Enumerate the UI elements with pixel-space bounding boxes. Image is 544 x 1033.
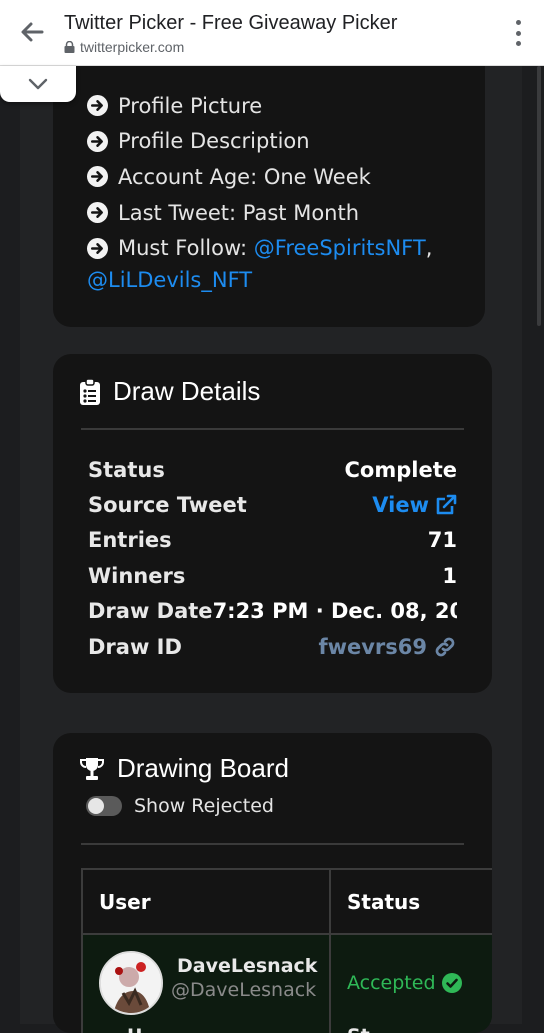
source-tweet-link[interactable]: View xyxy=(372,493,457,517)
arrow-circle-right-icon xyxy=(87,202,108,224)
url-display[interactable]: twitterpicker.com xyxy=(64,39,184,55)
user-display-name: DaveLesnack xyxy=(177,955,318,977)
entries-label: Entries xyxy=(88,528,172,553)
entries-table: User Status DaveLesnack @DaveLesnack Acc… xyxy=(81,868,492,1033)
follow-link-lildevils[interactable]: @LiLDevils_NFT xyxy=(87,268,252,292)
arrow-circle-right-icon xyxy=(87,166,108,188)
draw-details-title: Draw Details xyxy=(113,376,261,406)
requirement-label: Profile Picture xyxy=(118,93,263,118)
follow-link-freespirits[interactable]: @FreeSpiritsNFT xyxy=(254,236,426,260)
requirement-item: Account Age: One Week xyxy=(87,159,432,195)
chevron-down-icon xyxy=(28,78,48,90)
requirement-item: Profile Description xyxy=(87,124,432,160)
link-icon xyxy=(435,637,455,656)
menu-dot-icon xyxy=(515,20,521,25)
overflow-menu-button[interactable] xyxy=(514,20,522,46)
requirement-label: Last Tweet: Past Month xyxy=(118,200,360,225)
must-follow-label: Must Follow: xyxy=(118,236,254,261)
requirement-label: Account Age: One Week xyxy=(118,164,371,189)
table-header-row: User Status xyxy=(81,870,492,935)
status-cell: Accepted St xyxy=(331,935,492,1033)
winners-label: Winners xyxy=(88,563,186,588)
toggle-knob xyxy=(88,798,104,814)
source-tweet-label: Source Tweet xyxy=(88,493,247,518)
browser-toolbar: Twitter Picker - Free Giveaway Picker tw… xyxy=(0,0,544,66)
follow-separator: , xyxy=(425,236,433,261)
drawing-board-title: Drawing Board xyxy=(117,753,289,783)
clipboard-list-icon xyxy=(80,377,100,405)
next-row-user-peek: U xyxy=(127,1025,142,1033)
avatar-image xyxy=(101,953,161,1013)
user-handle[interactable]: @DaveLesnack xyxy=(171,979,316,1001)
requirement-item: Last Tweet: Past Month xyxy=(87,195,432,231)
avatar xyxy=(99,951,163,1015)
user-cell: DaveLesnack @DaveLesnack U xyxy=(81,935,331,1033)
entries-value: 71 xyxy=(427,528,457,553)
requirement-item: Profile Picture xyxy=(87,88,432,124)
divider xyxy=(81,843,464,845)
check-circle-icon xyxy=(441,973,462,993)
column-header-user[interactable]: User xyxy=(81,870,331,933)
draw-details-header: Draw Details xyxy=(79,376,260,407)
detail-row-status: Status Complete xyxy=(88,452,457,487)
table-row[interactable]: DaveLesnack @DaveLesnack U Accepted St xyxy=(81,935,492,1033)
requirement-label: Profile Description xyxy=(118,129,310,154)
status-value: Complete xyxy=(344,457,457,482)
detail-row-winners: Winners 1 xyxy=(88,558,457,593)
arrow-circle-right-icon xyxy=(87,130,108,152)
scrollbar[interactable] xyxy=(537,66,541,326)
winners-value: 1 xyxy=(442,563,457,588)
trophy-icon xyxy=(80,757,104,780)
draw-details-list: Status Complete Source Tweet View Entrie… xyxy=(88,452,457,664)
column-header-status[interactable]: Status xyxy=(331,870,492,933)
show-rejected-toggle-row: Show Rejected xyxy=(86,795,274,817)
draw-id-label: Draw ID xyxy=(88,634,182,659)
external-link-icon xyxy=(436,494,457,515)
divider xyxy=(81,428,464,430)
menu-dot-icon xyxy=(515,41,521,46)
draw-date-label: Draw Date xyxy=(88,599,213,624)
status-accepted-label: Accepted xyxy=(347,972,436,994)
next-row-status-peek: St xyxy=(347,1025,370,1033)
drawing-board-card: Drawing Board Show Rejected User Status xyxy=(53,733,492,1033)
source-tweet-link-text: View xyxy=(372,493,429,518)
status-label: Status xyxy=(88,457,165,482)
arrow-circle-right-icon xyxy=(87,95,108,117)
back-arrow-icon[interactable] xyxy=(18,18,46,46)
page-title: Twitter Picker - Free Giveaway Picker xyxy=(64,12,398,34)
draw-details-card: Draw Details Status Complete Source Twee… xyxy=(53,354,492,693)
show-rejected-label: Show Rejected xyxy=(134,795,274,817)
requirements-card: Profile Picture Profile Description Acco… xyxy=(53,40,485,327)
lock-icon xyxy=(64,41,75,53)
menu-dot-icon xyxy=(515,30,521,36)
collapse-toggle[interactable] xyxy=(0,66,76,102)
detail-row-entries: Entries 71 xyxy=(88,523,457,558)
requirements-list: Profile Picture Profile Description Acco… xyxy=(87,88,432,266)
draw-id-value: fwevrs69 xyxy=(318,634,427,659)
drawing-board-header: Drawing Board xyxy=(79,753,289,784)
requirement-item-must-follow: Must Follow: @FreeSpiritsNFT, xyxy=(87,230,432,266)
url-text: twitterpicker.com xyxy=(80,39,185,55)
draw-date-value: 7:23 PM · Dec. 08, 202 xyxy=(212,599,457,624)
arrow-circle-right-icon xyxy=(87,237,108,259)
draw-id-link[interactable]: fwevrs69 xyxy=(318,635,457,659)
show-rejected-toggle[interactable] xyxy=(86,796,122,816)
detail-row-source: Source Tweet View xyxy=(88,487,457,522)
detail-row-id: Draw ID fwevrs69 xyxy=(88,629,457,664)
detail-row-date: Draw Date 7:23 PM · Dec. 08, 202 xyxy=(88,594,457,629)
